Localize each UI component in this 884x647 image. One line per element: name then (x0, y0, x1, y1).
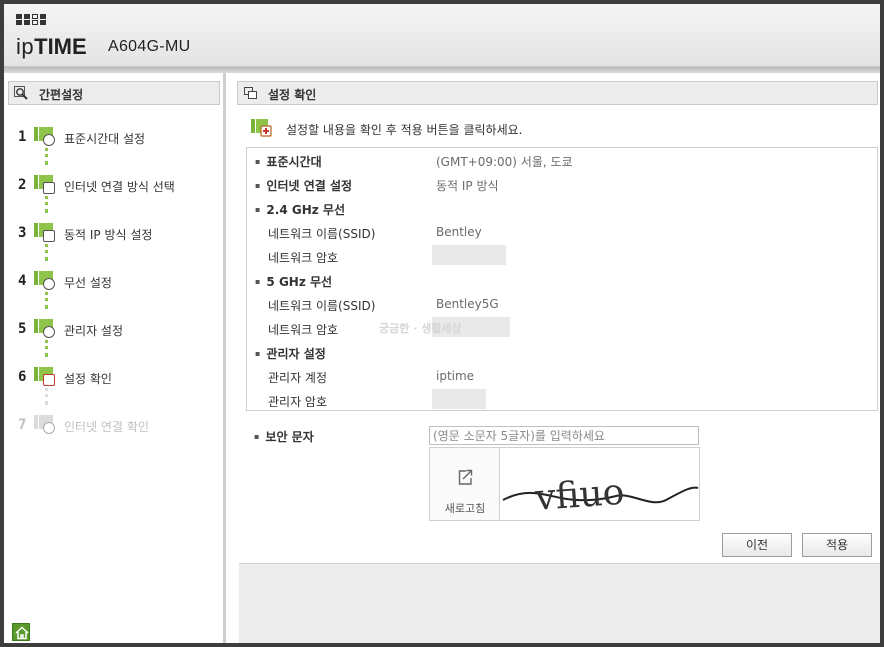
internet-value: 동적 IP 방식 (436, 179, 499, 193)
step-number: 1 (18, 129, 27, 145)
redacted-password (432, 245, 506, 265)
admin-pw-label: 관리자 암호 (268, 395, 328, 409)
network-icon (34, 175, 58, 197)
captcha-refresh-button[interactable]: 새로고침 (430, 448, 500, 520)
step-label: 인터넷 연결 확인 (64, 420, 149, 434)
step-internet-check: 7 인터넷 연결 확인 (14, 415, 214, 437)
step-internet-type[interactable]: 2 인터넷 연결 방식 선택 (14, 175, 214, 197)
step-label: 인터넷 연결 방식 선택 (64, 180, 175, 194)
summary-row: 네트워크 암호 (247, 244, 877, 268)
refresh-icon (458, 469, 473, 485)
step-label: 무선 설정 (64, 276, 112, 290)
logo-dots-icon (16, 14, 46, 25)
captcha-box: 새로고침 vfiuo (429, 447, 700, 521)
clock-icon (34, 127, 58, 149)
router-setup-window: ipTIME A604G-MU 간편설정 1 표준시간대 설정 2 인터넷 연결… (0, 0, 884, 647)
footer-panel (239, 563, 880, 643)
step-number: 2 (18, 177, 27, 193)
magnifier-icon (14, 86, 28, 100)
timezone-value: (GMT+09:00) 서울, 도쿄 (436, 155, 573, 169)
redacted-password (432, 389, 486, 409)
wifi5-ssid-value: Bentley5G (436, 297, 499, 311)
step-number: 5 (18, 321, 27, 337)
prev-button[interactable]: 이전 (722, 533, 792, 557)
wifi5-pw-label: 네트워크 암호 (268, 323, 339, 337)
home-icon[interactable] (12, 623, 30, 641)
refresh-label: 새로고침 (444, 502, 486, 515)
main-panel: 설정 확인 설정할 내용을 확인 후 적용 버튼을 클릭하세요. 표준시간대 (… (229, 73, 880, 643)
summary-row: 네트워크 이름(SSID) Bentley (247, 220, 877, 244)
brand-bold: TIME (34, 34, 87, 59)
step-number: 4 (18, 273, 27, 289)
sidebar-header: 간편설정 (8, 81, 220, 105)
captcha-text: vfiuo (533, 472, 626, 519)
timezone-label: 표준시간대 (255, 153, 321, 170)
internet-label: 인터넷 연결 설정 (255, 177, 352, 194)
brand-prefix: ip (16, 34, 35, 59)
admin-account-value: iptime (436, 369, 475, 383)
admin-account-label: 관리자 계정 (268, 371, 328, 385)
summary-row: 5 GHz 무선 (247, 268, 877, 292)
brand-logo: ipTIME (16, 34, 87, 60)
step-wireless[interactable]: 4 무선 설정 (14, 271, 214, 293)
watermark: 궁금한 · 생활세상 (379, 322, 462, 335)
main-header: 설정 확인 (237, 81, 878, 105)
step-timezone[interactable]: 1 표준시간대 설정 (14, 127, 214, 149)
step-dynamic-ip[interactable]: 3 동적 IP 방식 설정 (14, 223, 214, 245)
summary-row: 표준시간대 (GMT+09:00) 서울, 도쿄 (247, 148, 877, 172)
confirm-settings-icon (244, 87, 257, 99)
step-confirm[interactable]: 6 설정 확인 (14, 367, 214, 389)
captcha-label: 보안 문자 (254, 428, 313, 445)
step-label: 표준시간대 설정 (64, 132, 146, 146)
wifi-icon (34, 271, 58, 293)
step-number: 7 (18, 417, 27, 433)
wifi24-ssid-label: 네트워크 이름(SSID) (268, 227, 376, 241)
sidebar-title: 간편설정 (39, 88, 84, 102)
captcha-section: 보안 문자 새로고침 vfiuo (246, 425, 878, 521)
model-name: A604G-MU (108, 38, 191, 55)
step-number: 3 (18, 225, 27, 241)
step-label: 동적 IP 방식 설정 (64, 228, 153, 242)
step-label: 설정 확인 (64, 372, 112, 386)
wifi5-ssid-label: 네트워크 이름(SSID) (268, 299, 376, 313)
summary-row: 인터넷 연결 설정 동적 IP 방식 (247, 172, 877, 196)
summary-row: 관리자 암호 (247, 388, 877, 412)
captcha-input[interactable] (429, 426, 699, 445)
summary-row: 관리자 계정 iptime (247, 364, 877, 388)
wifi5-label: 5 GHz 무선 (255, 273, 332, 290)
summary-row: 관리자 설정 (247, 340, 877, 364)
admin-label: 관리자 설정 (255, 345, 325, 362)
step-number: 6 (18, 369, 27, 385)
summary-row: 네트워크 이름(SSID) Bentley5G (247, 292, 877, 316)
settings-summary: 표준시간대 (GMT+09:00) 서울, 도쿄 인터넷 연결 설정 동적 IP… (246, 147, 878, 411)
captcha-image: vfiuo (502, 472, 699, 519)
step-admin[interactable]: 5 관리자 설정 (14, 319, 214, 341)
apply-button[interactable]: 적용 (802, 533, 872, 557)
wifi24-pw-label: 네트워크 암호 (268, 251, 339, 265)
page-title: 설정 확인 (268, 88, 317, 102)
summary-row: 네트워크 암호 (247, 316, 877, 340)
summary-row: 2.4 GHz 무선 (247, 196, 877, 220)
wifi24-label: 2.4 GHz 무선 (255, 201, 345, 218)
wifi24-ssid-value: Bentley (436, 225, 482, 239)
instruction-text: 설정할 내용을 확인 후 적용 버튼을 클릭하세요. (286, 123, 523, 137)
header: ipTIME A604G-MU (4, 4, 880, 67)
confirm-plus-icon (251, 119, 272, 137)
tree-icon (34, 223, 58, 245)
admin-icon (34, 319, 58, 341)
plus-icon (34, 367, 58, 389)
globe-icon (34, 415, 58, 437)
step-label: 관리자 설정 (64, 324, 124, 338)
sidebar: 간편설정 1 표준시간대 설정 2 인터넷 연결 방식 선택 3 동적 IP 방… (4, 73, 226, 643)
